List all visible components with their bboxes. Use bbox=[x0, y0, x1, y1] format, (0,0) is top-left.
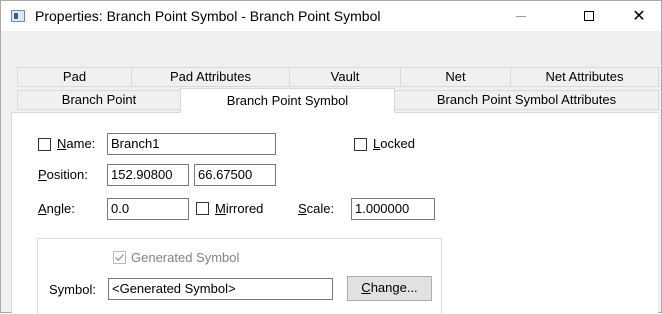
name-checkbox[interactable] bbox=[38, 138, 51, 151]
mirrored-checkbox[interactable] bbox=[196, 202, 209, 215]
app-icon bbox=[11, 10, 25, 22]
minimize-button[interactable] bbox=[498, 1, 544, 31]
check-icon bbox=[115, 254, 125, 262]
angle-label: Angle: bbox=[38, 201, 75, 216]
window-title: Properties: Branch Point Symbol - Branch… bbox=[35, 8, 381, 24]
tab-net-attributes[interactable]: Net Attributes bbox=[510, 67, 659, 87]
tab-branch-point-symbol-attributes[interactable]: Branch Point Symbol Attributes bbox=[394, 90, 659, 110]
symbol-label: Symbol: bbox=[49, 282, 96, 297]
name-field[interactable]: Branch1 bbox=[107, 133, 276, 155]
mirrored-label: Mirrored bbox=[215, 201, 264, 216]
locked-label: Locked bbox=[373, 136, 415, 151]
name-label: Name: bbox=[57, 136, 96, 151]
title-bar: Properties: Branch Point Symbol - Branch… bbox=[1, 1, 661, 31]
symbol-field[interactable]: <Generated Symbol> bbox=[108, 278, 333, 300]
maximize-button[interactable] bbox=[566, 1, 612, 31]
angle-field[interactable]: 0.0 bbox=[107, 198, 189, 220]
tab-branch-point-symbol[interactable]: Branch Point Symbol bbox=[180, 88, 395, 113]
close-button[interactable]: ✕ bbox=[616, 1, 662, 31]
position-label: Position: bbox=[38, 167, 88, 182]
tab-pad[interactable]: Pad bbox=[17, 67, 132, 87]
scale-label: Scale: bbox=[298, 201, 335, 216]
minimize-icon bbox=[516, 15, 526, 17]
tab-pad-attributes[interactable]: Pad Attributes bbox=[131, 67, 290, 87]
close-icon: ✕ bbox=[632, 8, 646, 25]
locked-checkbox[interactable] bbox=[354, 138, 367, 151]
tab-net[interactable]: Net bbox=[400, 67, 511, 87]
generated-symbol-label: Generated Symbol bbox=[131, 250, 240, 265]
position-y-field[interactable]: 66.67500 bbox=[194, 164, 276, 186]
properties-dialog: Properties: Branch Point Symbol - Branch… bbox=[0, 0, 662, 314]
position-x-field[interactable]: 152.90800 bbox=[107, 164, 189, 186]
tab-branch-point[interactable]: Branch Point bbox=[17, 90, 181, 110]
maximize-icon bbox=[584, 11, 594, 21]
generated-symbol-checkbox[interactable] bbox=[113, 251, 126, 264]
scale-field[interactable]: 1.000000 bbox=[351, 198, 435, 220]
change-button[interactable]: Change... bbox=[347, 276, 432, 301]
tab-vault[interactable]: Vault bbox=[289, 67, 401, 87]
